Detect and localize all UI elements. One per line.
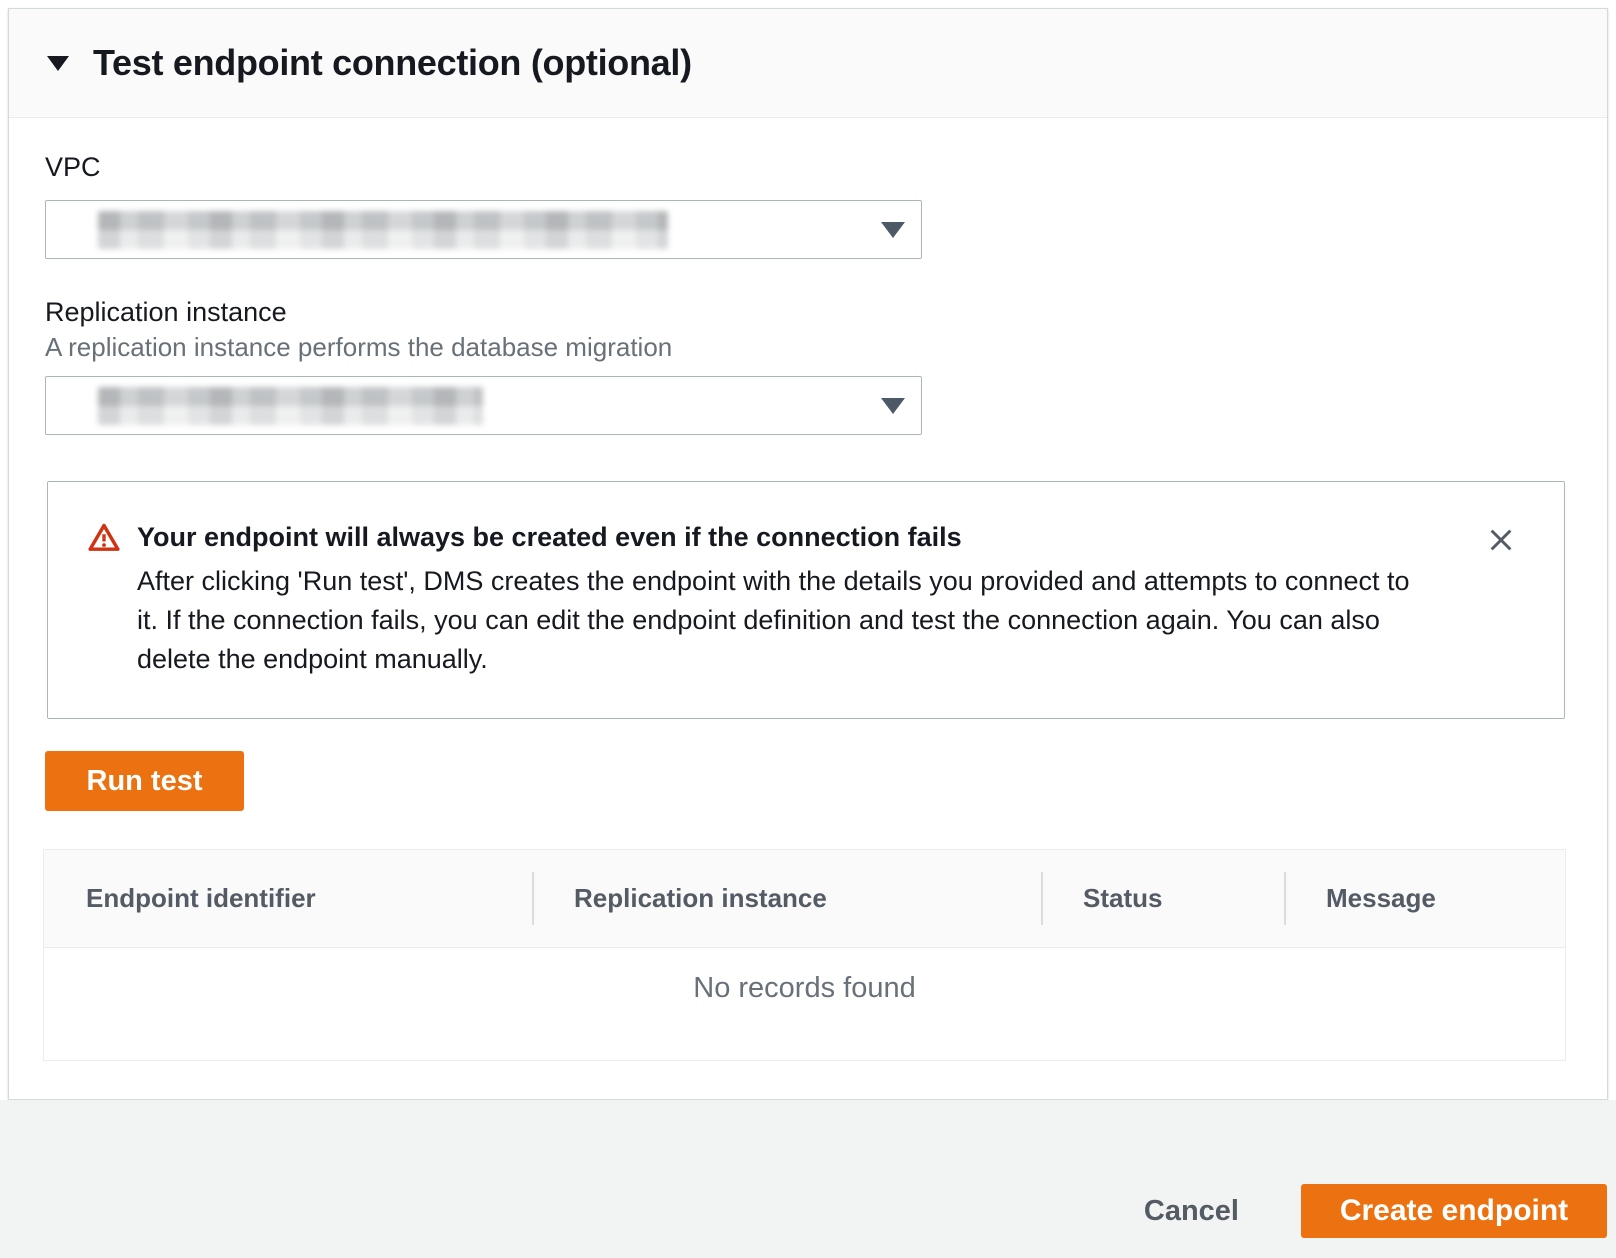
- replication-instance-description: A replication instance performs the data…: [45, 333, 1607, 361]
- test-endpoint-connection-panel: Test endpoint connection (optional) VPC …: [8, 8, 1608, 1100]
- section-title: Test endpoint connection (optional): [93, 42, 692, 84]
- close-icon[interactable]: [1484, 524, 1518, 558]
- run-test-button[interactable]: Run test: [45, 751, 244, 811]
- vpc-selected-value-redacted: [98, 211, 668, 249]
- form-actions-footer: Cancel Create endpoint: [0, 1100, 1616, 1258]
- warning-alert: Your endpoint will always be created eve…: [47, 481, 1565, 719]
- column-header-status: Status: [1041, 850, 1284, 947]
- warning-body: After clicking 'Run test', DMS creates t…: [137, 562, 1414, 679]
- replication-instance-label: Replication instance: [45, 297, 1607, 327]
- section-content: VPC Replication instance A replication i…: [9, 118, 1607, 1061]
- warning-title: Your endpoint will always be created eve…: [137, 520, 1414, 554]
- vpc-label: VPC: [45, 152, 1607, 182]
- create-endpoint-button[interactable]: Create endpoint: [1301, 1184, 1607, 1238]
- table-empty-state: No records found: [44, 948, 1565, 1060]
- no-records-found-text: No records found: [693, 972, 915, 1060]
- chevron-down-icon: [881, 222, 905, 238]
- section-header-test-endpoint-connection[interactable]: Test endpoint connection (optional): [9, 9, 1607, 118]
- replication-instance-selected-value-redacted: [98, 387, 483, 425]
- test-results-table: Endpoint identifier Replication instance…: [43, 849, 1566, 1061]
- column-header-message: Message: [1284, 850, 1565, 947]
- table-header-row: Endpoint identifier Replication instance…: [44, 850, 1565, 948]
- replication-instance-select[interactable]: [45, 376, 922, 435]
- vpc-select[interactable]: [45, 200, 922, 259]
- column-header-endpoint-identifier: Endpoint identifier: [44, 850, 532, 947]
- column-header-replication-instance: Replication instance: [532, 850, 1041, 947]
- cancel-button[interactable]: Cancel: [1144, 1184, 1239, 1238]
- warning-triangle-icon: [88, 522, 120, 559]
- collapse-caret-icon: [47, 56, 69, 71]
- chevron-down-icon: [881, 398, 905, 414]
